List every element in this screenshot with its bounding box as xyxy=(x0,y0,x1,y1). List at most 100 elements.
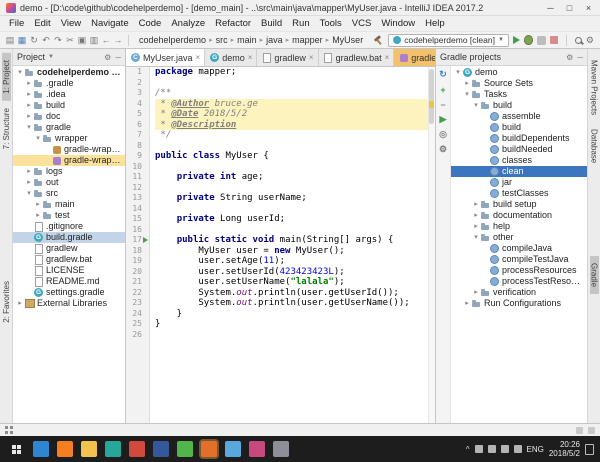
tree-collapsed-icon[interactable]: ▸ xyxy=(25,111,33,122)
tree-item[interactable]: ▸ .idea xyxy=(13,89,125,100)
tree-item[interactable]: gradlew xyxy=(13,243,125,254)
tree-item[interactable]: ▸ main xyxy=(13,199,125,210)
network-icon[interactable] xyxy=(513,445,522,453)
paste-icon[interactable]: ▥ xyxy=(88,34,100,47)
tree-expanded-icon[interactable]: ▾ xyxy=(25,188,33,199)
tool-stripe-database[interactable]: Database xyxy=(590,122,599,170)
run-main-icon[interactable] xyxy=(143,237,148,243)
tree-item[interactable]: testClasses xyxy=(451,188,587,199)
tree-item[interactable]: ▸ build xyxy=(13,100,125,111)
tool-stripe-maven-projects[interactable]: Maven Projects xyxy=(590,53,599,122)
tool-stripe-structure[interactable]: 7: Structure xyxy=(2,101,11,156)
tree-expanded-icon[interactable]: ▾ xyxy=(25,122,33,133)
language-indicator[interactable]: ENG xyxy=(527,445,544,454)
undo-icon[interactable]: ↶ xyxy=(40,34,52,47)
tree-item[interactable]: ▾ Tasks xyxy=(451,89,587,100)
tree-collapsed-icon[interactable]: ▸ xyxy=(25,78,33,89)
menu-item-analyze[interactable]: Analyze xyxy=(166,18,210,29)
menu-item-build[interactable]: Build xyxy=(256,18,287,29)
action-center-icon[interactable] xyxy=(585,443,594,455)
tree-item[interactable]: ▸ Run Configurations xyxy=(451,298,587,309)
detach-icon[interactable]: − xyxy=(438,99,449,110)
save-icon[interactable]: ▦ xyxy=(16,34,28,47)
menu-item-window[interactable]: Window xyxy=(376,18,420,29)
breadcrumb-item[interactable]: java xyxy=(264,35,285,45)
app-teal-icon[interactable] xyxy=(105,441,121,457)
tree-expanded-icon[interactable]: ▾ xyxy=(472,232,480,243)
hide-panel-icon[interactable]: ─ xyxy=(577,53,583,62)
close-icon[interactable]: × xyxy=(384,53,390,62)
taskbar-clock[interactable]: 20:26 2018/5/2 xyxy=(549,440,580,458)
gear-icon[interactable]: ⚙ xyxy=(566,53,573,62)
run-button[interactable] xyxy=(512,36,520,44)
intellij-idea-icon[interactable] xyxy=(249,441,265,457)
tree-item[interactable]: processTestResources xyxy=(451,276,587,287)
menu-item-run[interactable]: Run xyxy=(287,18,314,29)
tray-icon[interactable] xyxy=(487,445,496,453)
editor-tab[interactable]: gradle-wrapper.properties× xyxy=(394,49,435,66)
hide-panel-icon[interactable]: ─ xyxy=(115,53,121,62)
tree-collapsed-icon[interactable]: ▸ xyxy=(472,287,480,298)
tree-item[interactable]: clean xyxy=(451,166,587,177)
tree-item[interactable]: ▸ Source Sets xyxy=(451,78,587,89)
tree-item[interactable]: ▸ doc xyxy=(13,111,125,122)
editor-tab[interactable]: demo× xyxy=(205,49,258,66)
tree-item[interactable]: ▸ build setup xyxy=(451,199,587,210)
editor-scrollbar[interactable] xyxy=(428,67,435,423)
back-icon[interactable]: ← xyxy=(100,34,112,47)
run-configuration-select[interactable]: codehelperdemo [clean] ▼ xyxy=(388,33,509,47)
tool-stripe-favorites[interactable]: 2: Favorites xyxy=(2,274,11,330)
tree-item[interactable]: .gitignore xyxy=(13,221,125,232)
tree-collapsed-icon[interactable]: ▸ xyxy=(25,100,33,111)
gear-icon[interactable]: ⚙ xyxy=(104,53,111,62)
tree-item[interactable]: ▾ demo xyxy=(451,67,587,78)
search-everywhere-icon[interactable] xyxy=(574,36,582,44)
close-icon[interactable]: × xyxy=(308,53,314,62)
tree-item[interactable]: compileTestJava xyxy=(451,254,587,265)
chevron-down-icon[interactable]: ▼ xyxy=(48,54,54,60)
app-navy-icon[interactable] xyxy=(153,441,169,457)
tree-item[interactable]: processResources xyxy=(451,265,587,276)
build-hammer-icon[interactable] xyxy=(373,35,384,46)
tree-collapsed-icon[interactable]: ▸ xyxy=(472,199,480,210)
copy-icon[interactable]: ▣ xyxy=(76,34,88,47)
volume-icon[interactable] xyxy=(500,445,509,453)
settings-gear-icon[interactable]: ⚙ xyxy=(586,35,594,45)
menu-item-view[interactable]: View xyxy=(56,18,86,29)
tree-collapsed-icon[interactable]: ▸ xyxy=(16,298,24,309)
start-button[interactable] xyxy=(3,436,29,462)
tree-item[interactable]: build.gradle xyxy=(13,232,125,243)
tree-item[interactable]: gradle-wrapper.properties xyxy=(13,155,125,166)
sync-icon[interactable]: ↻ xyxy=(28,34,40,47)
tray-icon[interactable] xyxy=(474,445,483,453)
tree-item[interactable]: README.md xyxy=(13,276,125,287)
breadcrumb-item[interactable]: src xyxy=(214,35,230,45)
run-task-icon[interactable]: ▶ xyxy=(438,114,449,125)
tree-item[interactable]: buildDependents xyxy=(451,133,587,144)
app-orange-icon[interactable] xyxy=(201,441,217,457)
tree-collapsed-icon[interactable]: ▸ xyxy=(472,221,480,232)
breadcrumb-item[interactable]: mapper xyxy=(290,35,325,45)
tree-item[interactable]: ▾ codehelperdemo [demo] xyxy=(13,67,125,78)
tree-collapsed-icon[interactable]: ▸ xyxy=(34,199,42,210)
gradle-settings-icon[interactable]: ⚙ xyxy=(438,144,449,155)
tree-item[interactable]: ▸ .gradle xyxy=(13,78,125,89)
tree-item[interactable]: ▸ out xyxy=(13,177,125,188)
tree-item[interactable]: ▸ logs xyxy=(13,166,125,177)
tree-item[interactable]: build xyxy=(451,122,587,133)
close-button[interactable]: × xyxy=(579,3,598,13)
tree-collapsed-icon[interactable]: ▸ xyxy=(463,298,471,309)
breadcrumb-item[interactable]: main xyxy=(235,35,259,45)
coverage-button[interactable] xyxy=(536,35,546,45)
tree-expanded-icon[interactable]: ▾ xyxy=(472,100,480,111)
tree-expanded-icon[interactable]: ▾ xyxy=(463,89,471,100)
hidden-icons-chevron[interactable]: ^ xyxy=(466,445,470,454)
close-icon[interactable]: × xyxy=(195,53,201,62)
tree-item[interactable]: ▾ other xyxy=(451,232,587,243)
tool-windows-toggle-icon[interactable] xyxy=(5,426,8,429)
tree-collapsed-icon[interactable]: ▸ xyxy=(25,177,33,188)
tree-item[interactable]: ▸ documentation xyxy=(451,210,587,221)
tree-item[interactable]: LICENSE xyxy=(13,265,125,276)
minimize-button[interactable]: ─ xyxy=(541,3,560,13)
file-explorer-icon[interactable] xyxy=(81,441,97,457)
